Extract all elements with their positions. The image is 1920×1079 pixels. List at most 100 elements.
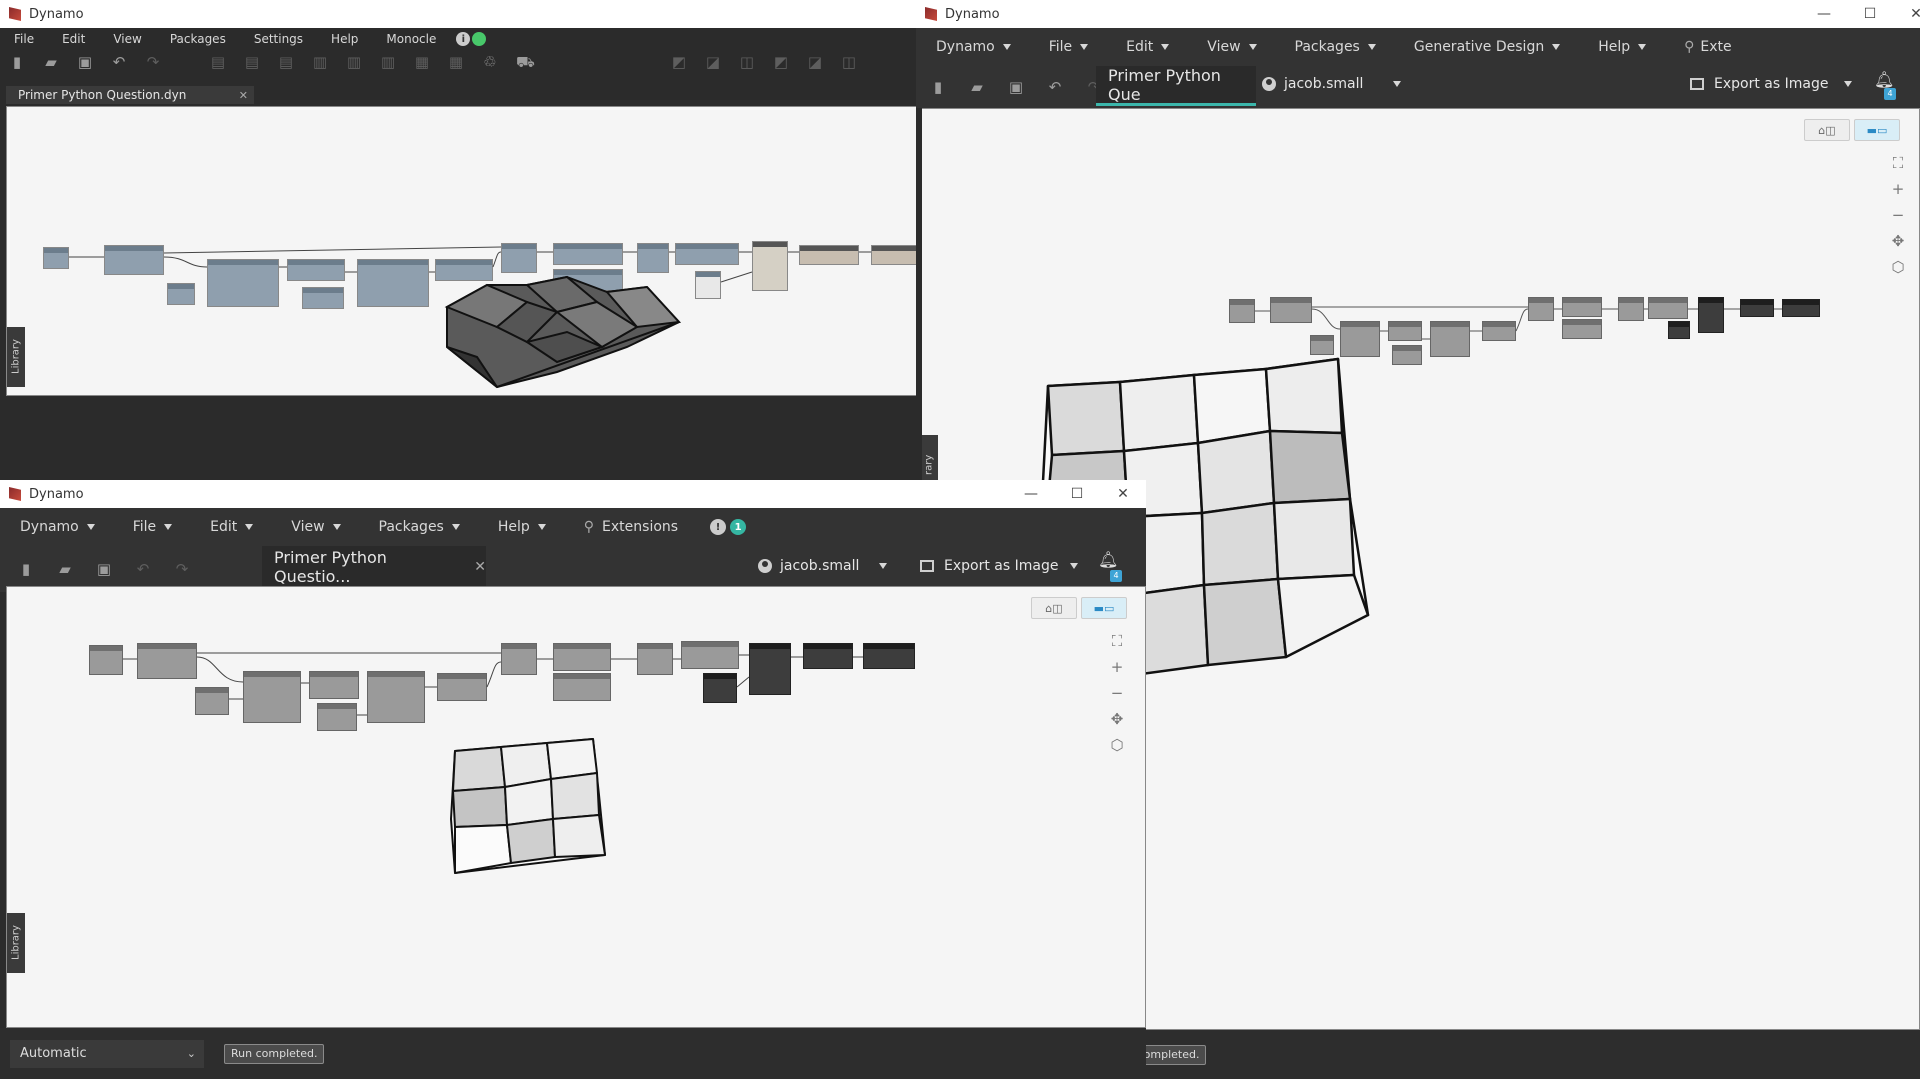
tab-primer-python-question[interactable]: Primer Python Questio... ✕ xyxy=(262,546,486,588)
maximize-button[interactable]: ☐ xyxy=(1054,480,1100,508)
menu-file[interactable]: File xyxy=(1029,39,1106,55)
user-account[interactable]: jacob.small xyxy=(758,558,888,574)
redo-icon[interactable]: ↷ xyxy=(174,561,190,577)
menu-bar: Dynamo File Edit View Packages Generativ… xyxy=(916,28,1920,66)
dynamo-window-bottom-left: Dynamo — ☐ ✕ Dynamo File Edit View Packa… xyxy=(0,480,1146,1079)
cart-icon[interactable]: ⛟ xyxy=(516,54,535,70)
menu-packages[interactable]: Packages xyxy=(156,32,240,46)
tab-title: Primer Python Que xyxy=(1108,65,1221,104)
workspace-canvas[interactable]: ⌂◫ ▬▭ Library xyxy=(6,106,916,396)
bell-icon[interactable]: 🔔︎ xyxy=(1098,550,1118,569)
menu-packages[interactable]: Packages xyxy=(359,519,478,535)
align-middle-icon[interactable]: ▥ xyxy=(346,54,362,70)
tab-primer-python-question[interactable]: Primer Python Que xyxy=(1096,66,1256,106)
extensions-icon: ⚲ xyxy=(583,519,595,535)
notification-badges[interactable]: ! 1 xyxy=(710,519,747,535)
align-bottom-icon[interactable]: ▥ xyxy=(380,54,396,70)
tab-close-icon[interactable]: ✕ xyxy=(239,89,248,102)
align-right-icon[interactable]: ▤ xyxy=(278,54,294,70)
undo-icon[interactable]: ↶ xyxy=(135,561,151,577)
view-cube-3-icon[interactable]: ◫ xyxy=(739,54,755,70)
redo-icon[interactable]: ↷ xyxy=(145,54,161,70)
minimize-button[interactable]: — xyxy=(1801,0,1847,28)
close-button[interactable]: ✕ xyxy=(1100,480,1146,508)
save-icon[interactable]: ▣ xyxy=(96,561,112,577)
user-name: jacob.small xyxy=(1284,76,1364,92)
menu-edit[interactable]: Edit xyxy=(190,519,271,535)
dynamo-logo-icon xyxy=(925,7,937,21)
user-icon xyxy=(758,559,772,573)
recycle-icon[interactable]: ♲ xyxy=(482,54,498,70)
menu-dynamo[interactable]: Dynamo xyxy=(916,39,1029,55)
menu-extensions[interactable]: ⚲ Exte xyxy=(1664,39,1750,55)
new-file-icon[interactable]: ▮ xyxy=(9,54,25,70)
new-file-icon[interactable]: ▮ xyxy=(18,561,34,577)
view-cube-1-icon[interactable]: ◩ xyxy=(671,54,687,70)
menu-edit[interactable]: Edit xyxy=(48,32,99,46)
tab-primer-python-question[interactable]: Primer Python Question.dyn ✕ xyxy=(6,86,254,104)
align-top-icon[interactable]: ▥ xyxy=(312,54,328,70)
close-button[interactable]: ✕ xyxy=(1893,0,1920,28)
distribute-v-icon[interactable]: ▦ xyxy=(448,54,464,70)
tab-title: Primer Python Question.dyn xyxy=(18,88,187,102)
open-file-icon[interactable]: ▰ xyxy=(969,79,985,95)
status-green-icon xyxy=(472,32,487,46)
menu-settings[interactable]: Settings xyxy=(240,32,317,46)
export-as-image-button[interactable]: Export as Image xyxy=(920,558,1079,574)
export-as-image-button[interactable]: Export as Image xyxy=(1690,76,1853,92)
dynamo-window-top-left: Dynamo File Edit View Packages Settings … xyxy=(0,0,916,396)
minimize-button[interactable]: — xyxy=(1008,480,1054,508)
window-title: Dynamo xyxy=(29,486,84,502)
undo-icon[interactable]: ↶ xyxy=(111,54,127,70)
menu-file[interactable]: File xyxy=(113,519,190,535)
run-mode-dropdown[interactable]: Automatic ⌄ xyxy=(10,1039,204,1068)
notification-count-badge: 4 xyxy=(1884,88,1896,100)
menu-help[interactable]: Help xyxy=(478,519,564,535)
menu-monocle[interactable]: Monocle xyxy=(372,32,450,46)
run-status-label: Run completed. xyxy=(224,1043,325,1064)
bell-icon[interactable]: 🔔︎ xyxy=(1874,70,1894,89)
title-bar: Dynamo — ☐ ✕ xyxy=(916,0,1920,28)
info-icon: i xyxy=(456,32,471,46)
menu-view[interactable]: View xyxy=(99,32,155,46)
menu-dynamo[interactable]: Dynamo xyxy=(0,519,113,535)
menu-file[interactable]: File xyxy=(0,32,48,46)
workspace-canvas[interactable]: ⌂◫ ▬▭ ⛶ + − ✥ ⬡ Library xyxy=(6,586,1146,1028)
menu-generative-design[interactable]: Generative Design xyxy=(1394,39,1578,55)
save-icon[interactable]: ▣ xyxy=(1008,79,1024,95)
save-icon[interactable]: ▣ xyxy=(77,54,93,70)
open-file-icon[interactable]: ▰ xyxy=(57,561,73,577)
menu-edit[interactable]: Edit xyxy=(1106,39,1187,55)
view-cube-4-icon[interactable]: ◩ xyxy=(773,54,789,70)
image-icon xyxy=(920,560,934,572)
menu-view[interactable]: View xyxy=(1187,39,1274,55)
undo-icon[interactable]: ↶ xyxy=(1047,79,1063,95)
view-cube-2-icon[interactable]: ◪ xyxy=(705,54,721,70)
wires-and-geometry xyxy=(123,652,863,874)
user-icon xyxy=(1262,77,1276,91)
window-title: Dynamo xyxy=(29,6,84,22)
menu-help[interactable]: Help xyxy=(1578,39,1664,55)
new-file-icon[interactable]: ▮ xyxy=(930,79,946,95)
toolbar: ▮ ▰ ▣ ↶ ↷ ▤ ▤ ▤ ▥ ▥ ▥ ▦ ▦ ♲ ⛟ ◩ ◪ ◫ ◩ ◪ … xyxy=(0,50,916,74)
menu-packages[interactable]: Packages xyxy=(1275,39,1394,55)
open-file-icon[interactable]: ▰ xyxy=(43,54,59,70)
wires-and-geometry xyxy=(68,246,871,389)
align-left-icon[interactable]: ▤ xyxy=(210,54,226,70)
tab-close-icon[interactable]: ✕ xyxy=(474,559,486,575)
user-name: jacob.small xyxy=(780,558,860,574)
chevron-down-icon: ⌄ xyxy=(186,1047,196,1060)
menu-view[interactable]: View xyxy=(271,519,358,535)
align-center-icon[interactable]: ▤ xyxy=(244,54,260,70)
distribute-h-icon[interactable]: ▦ xyxy=(414,54,430,70)
view-cube-6-icon[interactable]: ◫ xyxy=(841,54,857,70)
info-icon: ! xyxy=(710,519,727,535)
title-bar: Dynamo — ☐ ✕ xyxy=(0,480,1146,508)
menu-extensions[interactable]: ⚲ Extensions xyxy=(564,519,696,535)
notification-badges[interactable]: i xyxy=(456,32,487,46)
view-cube-5-icon[interactable]: ◪ xyxy=(807,54,823,70)
user-account[interactable]: jacob.small xyxy=(1262,76,1402,92)
dynamo-logo-icon xyxy=(9,487,21,501)
menu-help[interactable]: Help xyxy=(317,32,372,46)
maximize-button[interactable]: ☐ xyxy=(1847,0,1893,28)
